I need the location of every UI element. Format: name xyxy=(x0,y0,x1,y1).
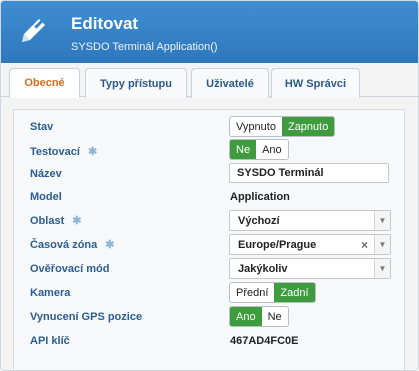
oblast-select[interactable]: Výchozí ▼ xyxy=(229,210,391,231)
casova-zona-selected-value: Europe/Prague xyxy=(238,239,317,251)
tab-typy-pristupu[interactable]: Typy přístupu xyxy=(85,68,187,98)
kamera-option-predni[interactable]: Přední xyxy=(230,283,274,302)
tab-uzivatele[interactable]: Uživatelé xyxy=(191,68,269,98)
edit-dialog: Editovat SYSDO Terminál Application() Ob… xyxy=(0,0,419,371)
gear-icon[interactable]: ✱ xyxy=(105,239,114,251)
gps-option-ano[interactable]: Ano xyxy=(230,307,262,326)
stav-option-vypnuto[interactable]: Vypnuto xyxy=(230,117,282,136)
oblast-label-text: Oblast xyxy=(30,215,65,227)
kamera-label: Kamera xyxy=(30,287,71,299)
stav-toggle: Vypnuto Zapnuto xyxy=(229,116,336,137)
model-value: Application xyxy=(230,191,290,203)
gear-icon[interactable]: ✱ xyxy=(88,146,97,158)
testovaci-label: Testovací ✱ xyxy=(30,145,97,158)
api-key-label: API klíč xyxy=(30,335,70,347)
testovaci-toggle: Ne Ano xyxy=(229,139,289,160)
testovaci-option-ne[interactable]: Ne xyxy=(230,140,257,159)
chevron-down-icon[interactable]: ▼ xyxy=(374,235,390,254)
gear-icon[interactable]: ✱ xyxy=(72,215,81,227)
dialog-header: Editovat SYSDO Terminál Application() xyxy=(1,1,418,63)
chevron-down-icon[interactable]: ▼ xyxy=(374,211,390,230)
kamera-option-zadni[interactable]: Zadní xyxy=(274,283,315,302)
stav-option-zapnuto[interactable]: Zapnuto xyxy=(281,117,335,136)
tab-hw-spravci[interactable]: HW Správci xyxy=(271,68,360,98)
kamera-toggle: Přední Zadní xyxy=(229,282,316,303)
oblast-label: Oblast ✱ xyxy=(30,214,81,227)
chevron-down-icon[interactable]: ▼ xyxy=(374,259,390,278)
tab-obecne[interactable]: Obecné xyxy=(9,68,80,98)
clear-icon[interactable]: × xyxy=(361,238,368,252)
tab-bar: Obecné Typy přístupu Uživatelé HW Správc… xyxy=(1,63,418,98)
overovaci-mod-select[interactable]: Jakýkoliv ▼ xyxy=(229,258,391,279)
testovaci-label-text: Testovací xyxy=(30,146,80,158)
dialog-title: Editovat xyxy=(71,14,139,33)
nazev-label: Název xyxy=(30,168,62,180)
casova-zona-label: Časová zóna ✱ xyxy=(30,238,114,251)
oblast-selected-value: Výchozí xyxy=(238,215,280,227)
gps-toggle: Ano Ne xyxy=(229,306,289,327)
casova-zona-select[interactable]: Europe/Prague × ▼ xyxy=(229,234,391,255)
dialog-subtitle: SYSDO Terminál Application() xyxy=(71,41,218,53)
overovaci-mod-label: Ověřovací mód xyxy=(30,263,110,275)
overovaci-mod-selected-value: Jakýkoliv xyxy=(238,263,288,275)
pencil-icon xyxy=(22,19,45,42)
casova-zona-label-text: Časová zóna xyxy=(30,239,98,251)
nazev-input[interactable] xyxy=(229,163,389,183)
api-key-value: 467AD4FC0E xyxy=(230,335,299,347)
stav-label: Stav xyxy=(30,121,54,133)
gps-label: Vynucení GPS pozice xyxy=(30,311,143,323)
gps-option-ne[interactable]: Ne xyxy=(262,307,288,326)
testovaci-option-ano[interactable]: Ano xyxy=(256,140,288,159)
model-label: Model xyxy=(30,191,62,203)
